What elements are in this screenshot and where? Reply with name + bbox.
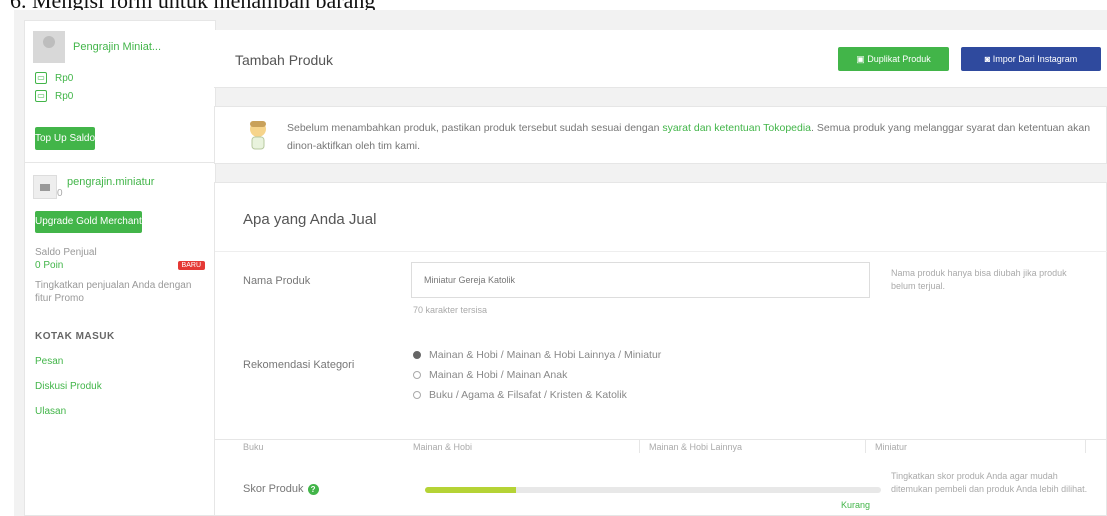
category-option-label: Mainan & Hobi / Mainan & Hobi Lainnya / … (429, 349, 662, 361)
duplicate-label: Duplikat Produk (867, 54, 931, 64)
product-score-text: Skor Produk (243, 483, 304, 495)
product-score-hint: Tingkatkan skor produk Anda agar mudah d… (891, 471, 1088, 494)
upgrade-gold-button[interactable]: Upgrade Gold Merchant (35, 211, 142, 233)
page-header: Tambah Produk ▣ Duplikat Produk ◙ Impor … (214, 30, 1107, 88)
terms-link[interactable]: syarat dan ketentuan Tokopedia (662, 122, 811, 134)
sidebar-item-ulasan[interactable]: Ulasan (25, 392, 215, 417)
radio-selected[interactable] (413, 351, 421, 359)
sidebar-link-balance[interactable]: ▭ Rp0 (25, 69, 215, 87)
shop-name[interactable]: pengrajin.miniatur (67, 176, 154, 188)
category-column-header[interactable]: Mainan & Hobi (413, 442, 472, 452)
category-label: Rekomendasi Kategori (243, 359, 355, 371)
sidebar-link-points[interactable]: ▭ Rp0 (25, 87, 215, 105)
product-name-label: Nama Produk (243, 275, 311, 287)
product-form-card: Apa yang Anda Jual Nama Produk 70 karakt… (214, 182, 1107, 516)
sidebar-shop[interactable]: pengrajin.miniatur 0 (25, 163, 215, 205)
sidebar-profile[interactable]: Pengrajin Miniat... (25, 21, 215, 69)
product-score-label: Skor Produk? (243, 483, 319, 495)
product-name-counter: 70 karakter tersisa (413, 305, 488, 315)
copy-icon: ▣ (856, 54, 868, 64)
balance-label: Rp0 (55, 72, 74, 84)
category-table-header: Buku Mainan & Hobi Mainan & Hobi Lainnya… (215, 439, 1107, 453)
wallet-icon: ▭ (35, 72, 47, 84)
sidebar-item-pesan[interactable]: Pesan (25, 342, 215, 367)
page-title: Tambah Produk (235, 52, 334, 68)
category-option-2[interactable]: Mainan & Hobi / Mainan Anak (413, 369, 567, 381)
help-icon[interactable]: ? (307, 484, 319, 495)
product-name-input[interactable] (411, 262, 870, 298)
duplicate-product-button[interactable]: ▣ Duplikat Produk (838, 47, 949, 71)
saldo-label: Saldo Penjual (35, 247, 97, 258)
product-score-caption: Kurang (841, 500, 871, 510)
instagram-icon: ◙ (984, 54, 993, 64)
topup-button[interactable]: Top Up Saldo (35, 127, 96, 150)
product-name-hint: Nama produk hanya bisa diubah jika produ… (891, 268, 1067, 291)
sidebar-item-diskusi[interactable]: Diskusi Produk (25, 367, 215, 392)
category-option-3[interactable]: Buku / Agama & Filsafat / Kristen & Kato… (413, 389, 627, 401)
product-score-fill (425, 487, 517, 493)
saldo-value[interactable]: 0 Poin (35, 260, 63, 271)
column-divider (865, 439, 866, 453)
category-option-label: Buku / Agama & Filsafat / Kristen & Kato… (429, 389, 627, 401)
sidebar: Pengrajin Miniat... ▭ Rp0 ▭ Rp0 Top Up S… (24, 20, 216, 516)
notice-panel: Sebelum menambahkan produk, pastikan pro… (214, 106, 1107, 164)
column-divider (639, 439, 640, 453)
mascot-icon (250, 121, 266, 150)
shop-sub: 0 (57, 187, 63, 199)
profile-name[interactable]: Pengrajin Miniat... (73, 41, 161, 53)
category-column-header[interactable]: Buku (243, 442, 264, 452)
shop-logo (33, 175, 57, 199)
product-score-bar (425, 487, 881, 493)
new-badge: BARU (177, 261, 205, 270)
column-divider (1085, 439, 1086, 453)
import-instagram-button[interactable]: ◙ Impor Dari Instagram (961, 47, 1101, 71)
avatar (33, 31, 65, 63)
app-shell: Pengrajin Miniat... ▭ Rp0 ▭ Rp0 Top Up S… (14, 10, 1107, 516)
notice-text-before: Sebelum menambahkan produk, pastikan pro… (287, 122, 663, 134)
category-column-header[interactable]: Miniatur (875, 442, 907, 452)
category-option-label: Mainan & Hobi / Mainan Anak (429, 369, 568, 381)
radio-unselected[interactable] (413, 391, 421, 399)
points-label: Rp0 (55, 90, 74, 102)
section-divider (215, 251, 1107, 252)
inbox-heading: KOTAK MASUK (35, 331, 115, 342)
category-column-header[interactable]: Mainan & Hobi Lainnya (649, 442, 742, 452)
saldo-row: 0 Poin BARU (25, 258, 215, 271)
section-title: Apa yang Anda Jual (243, 211, 377, 228)
instagram-label: Impor Dari Instagram (992, 54, 1078, 64)
notice-text: Sebelum menambahkan produk, pastikan pro… (287, 119, 1097, 155)
promo-text[interactable]: Tingkatkan penjualan Anda dengan fitur P… (25, 271, 215, 305)
category-option-1[interactable]: Mainan & Hobi / Mainan & Hobi Lainnya / … (413, 349, 661, 361)
radio-unselected[interactable] (413, 371, 421, 379)
wallet-icon: ▭ (35, 90, 47, 102)
main-content: Tambah Produk ▣ Duplikat Produk ◙ Impor … (214, 20, 1107, 516)
